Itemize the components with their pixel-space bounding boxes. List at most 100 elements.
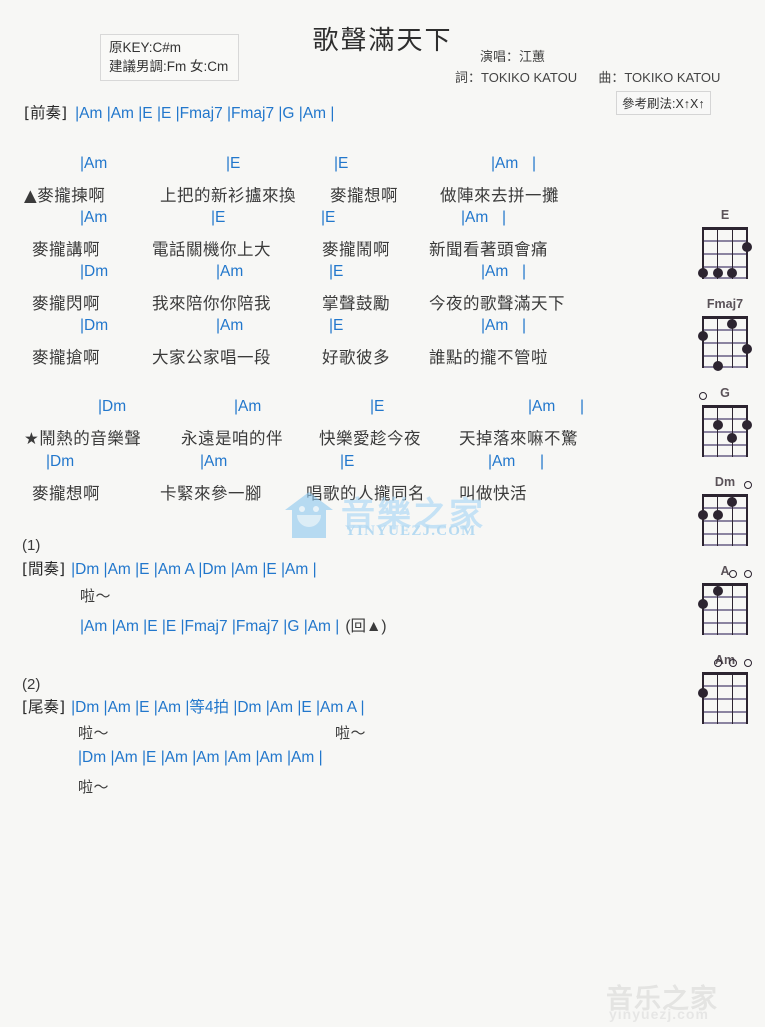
fret-line — [702, 520, 748, 522]
interlude-chord-row-2: |Am |Am |E |E |Fmaj7 |Fmaj7 |G |Am | (回▲) — [80, 614, 386, 636]
nut — [702, 583, 748, 586]
open-string-marker — [728, 570, 737, 578]
interlude-label: [間奏] — [22, 560, 66, 578]
chord: |E — [370, 398, 385, 415]
chord: | — [540, 453, 545, 470]
interlude-lyric: 啦～ — [80, 587, 112, 605]
lyric-phrase: 做陣來去拼一攤 — [440, 186, 559, 205]
outro-label: [尾奏] — [22, 698, 66, 716]
string-line — [716, 405, 719, 457]
string-line — [746, 227, 748, 279]
lyric-phrase: 卡緊來參一腳 — [160, 484, 262, 503]
chord: |Am — [234, 398, 262, 415]
lyric-phrase: ▲麥攏揀啊 — [24, 186, 106, 205]
repeat-marker: (回▲) — [345, 618, 387, 635]
outro-lyric-b: 啦～ — [335, 724, 367, 742]
chord: | — [532, 155, 537, 172]
chord: |Am — [216, 263, 244, 280]
interlude-chords-2: |Am |Am |E |E |Fmaj7 |Fmaj7 |G |Am | — [80, 618, 340, 635]
fret-line — [702, 722, 748, 724]
chord: |E — [321, 209, 336, 226]
fret-line — [702, 533, 748, 535]
chorus-lyric-row-2: 麥攏想啊 卡緊來參一腳 唱歌的人攏同名 叫做快活 — [32, 480, 527, 504]
chord: |Am — [461, 209, 489, 226]
open-string-marker — [728, 659, 737, 667]
chord: |Dm — [80, 317, 109, 334]
chord: |Am — [491, 155, 519, 172]
chord: |Am — [528, 398, 556, 415]
chord: |Am — [80, 155, 108, 172]
chord: | — [522, 317, 527, 334]
chord-diagram-E: E — [694, 208, 762, 286]
string-line — [716, 672, 719, 724]
lyric-phrase: 快樂愛趁今夜 — [319, 429, 421, 448]
ending2-number: (2) — [22, 676, 41, 693]
finger-dot — [727, 318, 737, 329]
finger-dot — [742, 241, 752, 252]
finger-dot — [698, 598, 708, 609]
interlude-chords: |Dm |Am |E |Am A |Dm |Am |E |Am | — [71, 561, 317, 578]
fret-line — [702, 444, 748, 446]
finger-dot — [698, 509, 708, 520]
fret-line — [702, 596, 748, 598]
lyricist: 詞：TOKIKO KATOU — [455, 70, 578, 85]
nut — [702, 227, 748, 230]
chorus-chord-row-1: |Dm |Am |E |Am | — [98, 398, 584, 416]
string-line — [731, 672, 734, 724]
finger-dot — [742, 343, 752, 354]
writers: 詞：TOKIKO KATOU 曲：TOKIKO KATOU — [455, 67, 720, 88]
lyric-phrase: 新聞看著頭會痛 — [429, 240, 548, 259]
verse1-chord-row-2: |Am |E |E |Am | — [80, 209, 506, 227]
outro-chord-row-2: |Dm |Am |E |Am |Am |Am |Am |Am | — [78, 749, 323, 766]
fret-line — [702, 329, 748, 331]
lyric-phrase: 唱歌的人攏同名 — [306, 484, 425, 503]
lyric-phrase: 天掉落來嘛不驚 — [459, 429, 578, 448]
verse1-lyric-row-2: 麥攏講啊 電話關機你上大 麥攏鬧啊 新聞看著頭會痛 — [32, 236, 548, 260]
chord: | — [502, 209, 507, 226]
composer: 曲：TOKIKO KATOU — [598, 70, 721, 85]
open-string-marker — [698, 392, 707, 400]
verse1-chord-row-4: |Dm |Am |E |Am | — [80, 317, 526, 335]
outro-lyric-a: 啦～ — [78, 724, 110, 742]
ending1-number: (1) — [22, 537, 41, 554]
chord: |Am — [481, 317, 509, 334]
verse1-lyric-row-4: 麥攏搶啊 大家公家唱一段 好歌彼多 誰點的攏不管啦 — [32, 344, 548, 368]
interlude-line: [間奏] |Dm |Am |E |Am A |Dm |Am |E |Am | — [22, 557, 317, 579]
fret-line — [702, 355, 748, 357]
fret-line — [702, 544, 748, 546]
fretboard-grid — [698, 316, 752, 371]
fret-line — [702, 455, 748, 457]
fret-line — [702, 240, 748, 242]
finger-dot — [712, 361, 723, 371]
fret-line — [702, 277, 748, 279]
fret-line — [702, 418, 748, 420]
chord-diagram-Dm: Dm — [694, 475, 762, 553]
string-line — [702, 583, 704, 635]
chord: | — [522, 263, 527, 280]
lyric-phrase: 麥攏閃啊 — [32, 294, 100, 313]
verse1-chord-row-3: |Dm |Am |E |Am | — [80, 263, 526, 281]
intro-chords: |Am |Am |E |E |Fmaj7 |Fmaj7 |G |Am | — [75, 105, 335, 122]
nut — [702, 316, 748, 319]
finger-dot — [712, 509, 723, 520]
nut — [702, 672, 748, 675]
lyric-phrase: 麥攏講啊 — [32, 240, 100, 259]
lyric-phrase: 上把的新衫攎來換 — [160, 186, 296, 205]
chord: |E — [226, 155, 241, 172]
fret-line — [702, 366, 748, 368]
verse1-chord-row-1: |Am |E |E |Am | — [80, 155, 536, 173]
singer: 演唱：江蕙 — [480, 49, 546, 64]
lyric-phrase: 麥攏想啊 — [32, 484, 100, 503]
lyric-phrase: 麥攏鬧啊 — [322, 240, 390, 259]
string-line — [716, 494, 719, 546]
string-line — [746, 405, 748, 457]
chord-diagram-A: A — [694, 564, 762, 642]
open-string-marker — [743, 481, 752, 489]
chord: |E — [334, 155, 349, 172]
lyric-phrase: 電話關機你上大 — [152, 240, 271, 259]
fretboard-grid — [698, 481, 752, 546]
fret-line — [702, 266, 748, 268]
string-line — [746, 583, 748, 635]
chord: |Dm — [46, 453, 75, 470]
chord: |E — [329, 263, 344, 280]
